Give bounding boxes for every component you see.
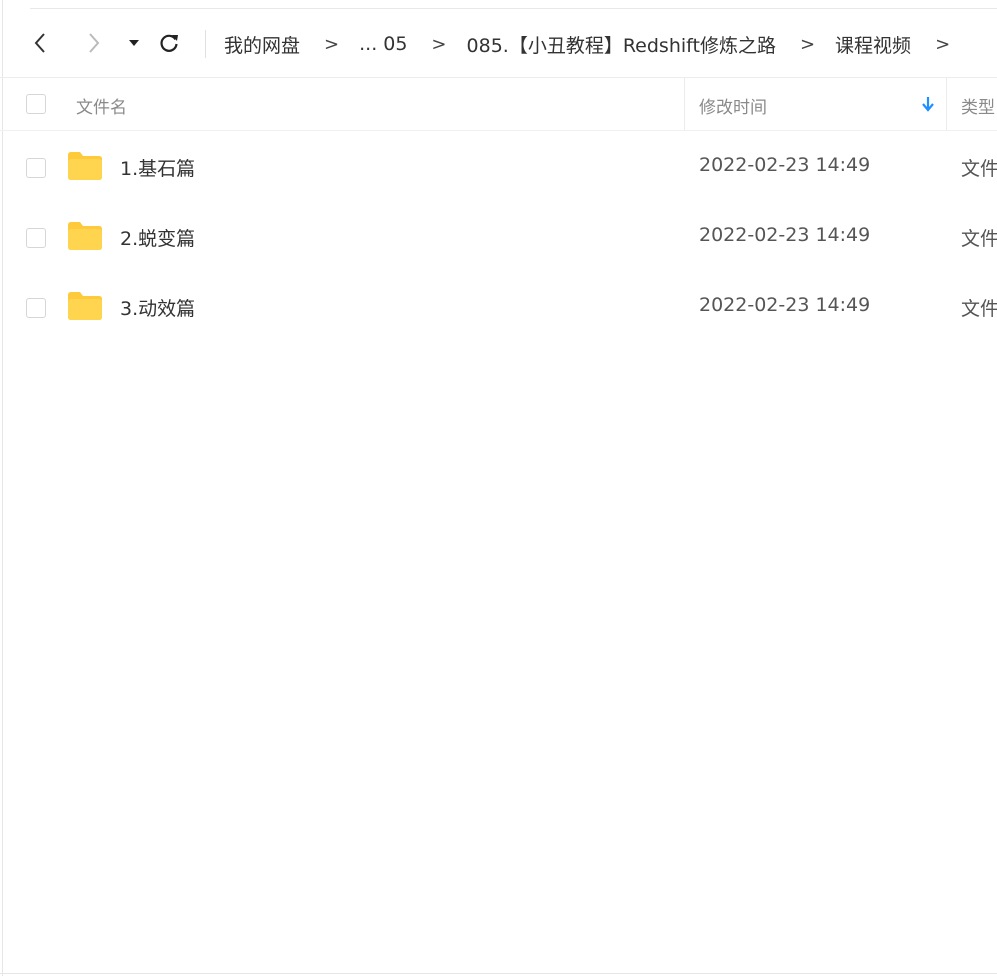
breadcrumb: 我的网盘 > ... 05 > 085.【小丑教程】Redshift修炼之路 >…	[224, 31, 970, 57]
file-type: 文件夹	[961, 158, 997, 180]
list-item[interactable]: 3.动效篇 2022-02-23 14:49 文件夹	[0, 272, 997, 342]
file-name[interactable]: 2.蜕变篇	[120, 224, 195, 251]
column-header-name[interactable]: 文件名	[76, 93, 127, 118]
folder-icon	[68, 222, 102, 250]
toolbar-divider	[205, 30, 206, 58]
column-header-modified[interactable]: 修改时间	[699, 93, 767, 118]
breadcrumb-separator: >	[935, 33, 951, 55]
file-modified-time: 2022-02-23 14:49	[699, 224, 871, 246]
column-header-type[interactable]: 类型	[961, 93, 995, 118]
folder-icon	[68, 292, 102, 320]
breadcrumb-separator: >	[431, 33, 447, 55]
caret-down-icon	[129, 40, 139, 46]
file-name[interactable]: 3.动效篇	[120, 294, 195, 321]
breadcrumb-item-05[interactable]: 05	[383, 33, 407, 55]
breadcrumb-item-course[interactable]: 085.【小丑教程】Redshift修炼之路	[467, 31, 776, 58]
column-divider[interactable]	[684, 78, 685, 130]
file-type: 文件夹	[961, 228, 997, 250]
file-type: 文件夹	[961, 298, 997, 320]
arrow-down-icon[interactable]	[920, 94, 936, 114]
row-checkbox[interactable]	[26, 158, 46, 178]
file-modified-time: 2022-02-23 14:49	[699, 154, 871, 176]
refresh-icon	[160, 34, 178, 52]
refresh-button[interactable]	[155, 29, 183, 57]
breadcrumb-item-course-videos[interactable]: 课程视频	[835, 31, 911, 58]
breadcrumb-item-my-drive[interactable]: 我的网盘	[224, 31, 300, 58]
history-dropdown-button[interactable]	[120, 29, 148, 57]
select-all-checkbox[interactable]	[26, 94, 46, 114]
list-item[interactable]: 2.蜕变篇 2022-02-23 14:49 文件夹	[0, 202, 997, 272]
breadcrumb-item-ellipsis[interactable]: ...	[359, 33, 377, 55]
breadcrumb-separator: >	[324, 33, 340, 55]
navigation-toolbar: 我的网盘 > ... 05 > 085.【小丑教程】Redshift修炼之路 >…	[0, 9, 997, 77]
row-checkbox[interactable]	[26, 228, 46, 248]
forward-button[interactable]	[80, 29, 108, 57]
column-divider[interactable]	[946, 78, 947, 130]
breadcrumb-separator: >	[799, 33, 816, 55]
back-button[interactable]	[26, 29, 54, 57]
row-checkbox[interactable]	[26, 298, 46, 318]
chevron-left-icon	[34, 33, 45, 53]
file-modified-time: 2022-02-23 14:49	[699, 294, 871, 316]
folder-icon	[68, 152, 102, 180]
file-name[interactable]: 1.基石篇	[120, 154, 195, 181]
list-item[interactable]: 1.基石篇 2022-02-23 14:49 文件夹	[0, 132, 997, 202]
chevron-right-icon	[89, 33, 100, 53]
file-list-header: 文件名 修改时间 类型	[0, 78, 997, 131]
window-bottom-border	[0, 973, 997, 974]
